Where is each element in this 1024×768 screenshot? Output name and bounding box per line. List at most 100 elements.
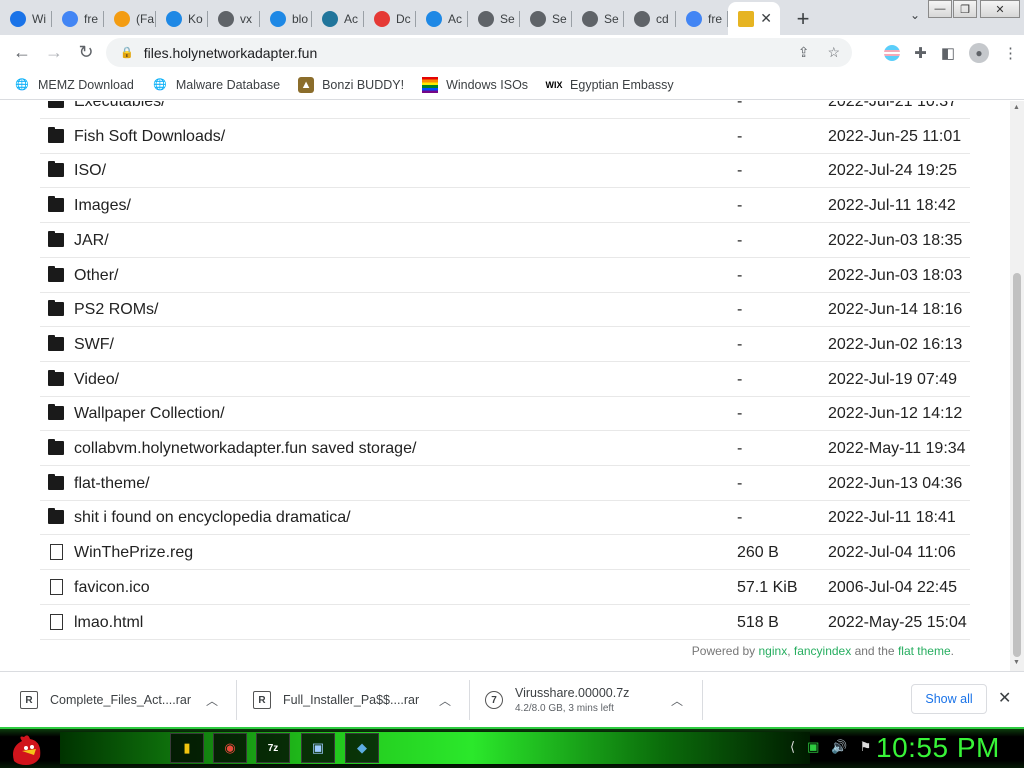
tab-5[interactable]: blo bbox=[260, 2, 312, 35]
table-row[interactable]: Other/ - 2022-Jun-03 18:03 bbox=[40, 259, 970, 293]
tab-2[interactable]: (Fa bbox=[104, 2, 156, 35]
share-icon[interactable]: ⇪ bbox=[798, 44, 810, 61]
table-row[interactable]: shit i found on encyclopedia dramatica/ -… bbox=[40, 501, 970, 536]
extension-flag-icon[interactable] bbox=[884, 44, 901, 61]
scroll-thumb[interactable] bbox=[1013, 273, 1021, 657]
entry-name-link[interactable]: JAR/ bbox=[74, 232, 109, 250]
flag-icon[interactable]: ⚑ bbox=[860, 739, 872, 755]
table-row[interactable]: Wallpaper Collection/ - 2022-Jun-12 14:12 bbox=[40, 397, 970, 432]
table-row[interactable]: collabvm.holynetworkadapter.fun saved st… bbox=[40, 432, 970, 466]
bookmark-malware-database[interactable]: 🌐 Malware Database bbox=[152, 77, 280, 93]
scrollbar[interactable]: ▲ ▼ bbox=[1010, 101, 1024, 671]
entry-name-link[interactable]: favicon.ico bbox=[74, 579, 150, 597]
table-row[interactable]: PS2 ROMs/ - 2022-Jun-14 18:16 bbox=[40, 293, 970, 328]
back-button[interactable]: ← bbox=[6, 37, 38, 69]
tab-active[interactable]: ✕ bbox=[728, 2, 780, 35]
taskbar-clock[interactable]: 10:55 PM bbox=[876, 732, 1000, 764]
flat-theme-link[interactable]: flat theme bbox=[898, 644, 951, 658]
tab-1[interactable]: fre bbox=[52, 2, 104, 35]
entry-name-link[interactable]: WinThePrize.reg bbox=[74, 544, 193, 562]
scroll-down-arrow[interactable]: ▼ bbox=[1013, 659, 1020, 666]
entry-name-link[interactable]: Executables/ bbox=[74, 101, 166, 111]
bookmark-star-icon[interactable]: ☆ bbox=[827, 44, 840, 61]
side-panel-icon[interactable]: ◧ bbox=[941, 44, 955, 62]
start-button-angry-bird-icon[interactable] bbox=[6, 731, 46, 767]
table-row[interactable]: WinThePrize.reg 260 B 2022-Jul-04 11:06 bbox=[40, 536, 970, 571]
tab-label: blo bbox=[292, 11, 309, 26]
table-row[interactable]: lmao.html 518 B 2022-May-25 15:04 bbox=[40, 606, 970, 640]
tab-7[interactable]: Dc bbox=[364, 2, 416, 35]
minimize-button[interactable]: — bbox=[928, 0, 952, 18]
entry-name-link[interactable]: Images/ bbox=[74, 197, 131, 215]
chevron-up-icon[interactable]: ︿ bbox=[671, 692, 683, 709]
tab-0[interactable]: Wi bbox=[0, 2, 52, 35]
table-row[interactable]: Images/ - 2022-Jul-11 18:42 bbox=[40, 189, 970, 224]
tab-9[interactable]: Se bbox=[468, 2, 520, 35]
table-row[interactable]: Fish Soft Downloads/ - 2022-Jun-25 11:01 bbox=[40, 120, 970, 154]
chrome-taskbar-button[interactable]: ◉ bbox=[213, 733, 247, 763]
tab-6[interactable]: Ac bbox=[312, 2, 364, 35]
download-item-in-progress[interactable]: 7 Virusshare.00000.7z 4.2/8.0 GB, 3 mins… bbox=[485, 678, 683, 722]
entry-name-link[interactable]: flat-theme/ bbox=[74, 475, 150, 493]
new-tab-button[interactable]: + bbox=[788, 2, 818, 35]
entry-name-link[interactable]: collabvm.holynetworkadapter.fun saved st… bbox=[74, 440, 416, 458]
url-text[interactable]: files.holynetworkadapter.fun bbox=[144, 45, 318, 61]
entry-name-link[interactable]: shit i found on encyclopedia dramatica/ bbox=[74, 509, 351, 527]
app-taskbar-button[interactable]: ◆ bbox=[345, 733, 379, 763]
tab-10[interactable]: Se bbox=[520, 2, 572, 35]
window-taskbar-button[interactable]: ▣ bbox=[301, 733, 335, 763]
chevron-up-icon[interactable]: ︿ bbox=[439, 692, 451, 709]
bookmark-windows-isos[interactable]: Windows ISOs bbox=[422, 76, 528, 93]
table-row[interactable]: favicon.ico 57.1 KiB 2006-Jul-04 22:45 bbox=[40, 571, 970, 605]
tab-11[interactable]: Se bbox=[572, 2, 624, 35]
network-icon[interactable]: ▣ bbox=[807, 739, 819, 755]
folder-icon bbox=[48, 404, 64, 421]
bookmark-memz[interactable]: 🌐 MEMZ Download bbox=[14, 77, 134, 93]
lock-icon[interactable]: 🔒 bbox=[120, 46, 134, 59]
chevron-up-icon[interactable]: ︿ bbox=[206, 692, 218, 709]
entry-name-link[interactable]: Video/ bbox=[74, 371, 119, 389]
entry-name-link[interactable]: Other/ bbox=[74, 267, 118, 285]
profile-avatar[interactable]: ● bbox=[969, 42, 989, 63]
entry-name-link[interactable]: PS2 ROMs/ bbox=[74, 301, 158, 319]
entry-name-link[interactable]: Wallpaper Collection/ bbox=[74, 405, 225, 423]
table-row[interactable]: Video/ - 2022-Jul-19 07:49 bbox=[40, 363, 970, 397]
show-all-button[interactable]: Show all bbox=[911, 684, 987, 714]
download-item[interactable]: R Full_Installer_Pa$$....rar ︿ bbox=[253, 678, 451, 722]
tray-arrow-icon[interactable]: ⟨ bbox=[790, 739, 795, 755]
file-explorer-taskbar-button[interactable]: ▮ bbox=[170, 733, 204, 763]
volume-icon[interactable]: 🔊 bbox=[831, 739, 847, 755]
bookmark-bonzi-buddy[interactable]: ▲ Bonzi BUDDY! bbox=[298, 76, 404, 93]
tab-4[interactable]: vx bbox=[208, 2, 260, 35]
tab-search-button[interactable]: ⌄ bbox=[910, 8, 920, 22]
nginx-link[interactable]: nginx bbox=[759, 644, 788, 658]
restore-button[interactable]: ❐ bbox=[953, 0, 977, 18]
tab-13[interactable]: fre bbox=[676, 2, 728, 35]
table-row[interactable]: JAR/ - 2022-Jun-03 18:35 bbox=[40, 224, 970, 258]
7zip-taskbar-button[interactable]: 7z bbox=[256, 733, 290, 763]
table-row[interactable]: SWF/ - 2022-Jun-02 16:13 bbox=[40, 328, 970, 362]
table-row[interactable]: ISO/ - 2022-Jul-24 19:25 bbox=[40, 154, 970, 189]
reload-button[interactable]: ↻ bbox=[70, 37, 102, 69]
entry-name-link[interactable]: lmao.html bbox=[74, 614, 143, 632]
window-close-button[interactable]: ✕ bbox=[980, 0, 1020, 18]
bookmark-egyptian-embassy[interactable]: WIX Egyptian Embassy bbox=[546, 77, 674, 93]
tab-12[interactable]: cd bbox=[624, 2, 676, 35]
close-shelf-icon[interactable]: ✕ bbox=[998, 688, 1011, 708]
table-row[interactable]: flat-theme/ - 2022-Jun-13 04:36 bbox=[40, 467, 970, 501]
scroll-up-arrow[interactable]: ▲ bbox=[1013, 104, 1020, 111]
extensions-puzzle-icon[interactable]: ✚ bbox=[914, 44, 927, 62]
entry-name-link[interactable]: ISO/ bbox=[74, 162, 106, 180]
tab-3[interactable]: Ko bbox=[156, 2, 208, 35]
forward-button[interactable]: → bbox=[38, 37, 70, 69]
menu-icon[interactable]: ⋮ bbox=[1003, 44, 1018, 62]
tab-8[interactable]: Ac bbox=[416, 2, 468, 35]
table-row[interactable]: Executables/ - 2022-Jul-21 10:37 bbox=[40, 101, 970, 119]
globe-icon: 🌐 bbox=[15, 79, 29, 91]
address-bar[interactable]: 🔒 files.holynetworkadapter.fun ⇪ ☆ bbox=[106, 38, 852, 67]
entry-name-link[interactable]: SWF/ bbox=[74, 336, 114, 354]
download-item[interactable]: R Complete_Files_Act....rar ︿ bbox=[20, 678, 218, 722]
fancyindex-link[interactable]: fancyindex bbox=[794, 644, 851, 658]
entry-name-link[interactable]: Fish Soft Downloads/ bbox=[74, 128, 225, 146]
close-tab-icon[interactable]: ✕ bbox=[760, 10, 772, 27]
